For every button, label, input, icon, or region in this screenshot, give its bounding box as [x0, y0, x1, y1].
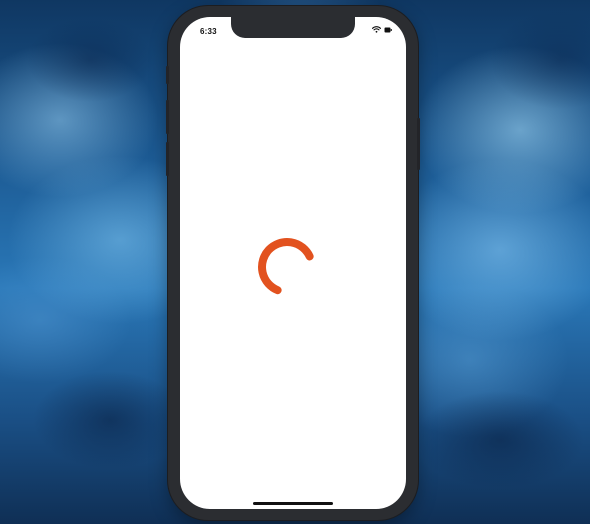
volume-down-button[interactable] — [166, 142, 169, 176]
battery-icon — [384, 27, 392, 33]
camera-notch — [231, 17, 355, 38]
phone-device-frame: 6:33 — [166, 6, 420, 520]
silent-switch — [166, 66, 169, 84]
phone-screen: 6:33 — [180, 17, 406, 509]
loading-spinner-icon — [258, 238, 314, 295]
home-indicator[interactable] — [253, 502, 333, 505]
status-bar-icons — [372, 26, 392, 33]
wifi-icon — [372, 26, 381, 33]
volume-up-button[interactable] — [166, 100, 169, 134]
power-button[interactable] — [417, 118, 420, 170]
status-bar-time: 6:33 — [200, 27, 217, 36]
